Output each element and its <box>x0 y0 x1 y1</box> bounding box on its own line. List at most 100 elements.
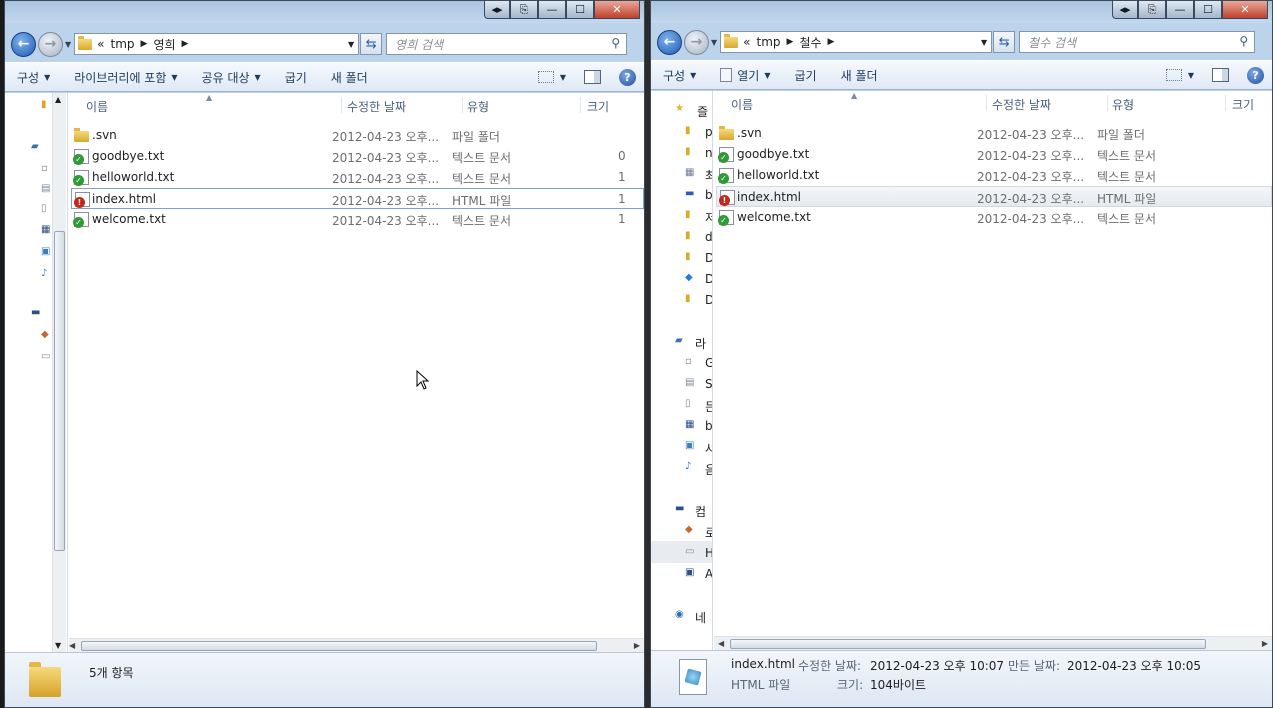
file-row[interactable]: ✓ goodbye.txt 2012-04-23 오후... 텍스트 문서 0 <box>71 146 644 167</box>
file-row[interactable]: .svn 2012-04-23 오후... 파일 폴더 <box>716 123 1272 144</box>
nav-item[interactable]: 최 <box>705 167 712 184</box>
file-row-selected[interactable]: ! index.html 2012-04-23 오후... HTML 파일 <box>716 186 1272 207</box>
chevron-right-icon[interactable]: ▶ <box>141 39 148 49</box>
column-type[interactable]: 유형 <box>1112 96 1134 113</box>
file-row[interactable]: ✓ goodbye.txt 2012-04-23 오후... 텍스트 문서 <box>716 144 1272 165</box>
chevron-right-icon[interactable]: ▶ <box>787 37 794 47</box>
nav-item-hover[interactable] <box>651 541 712 563</box>
horizontal-scroll-thumb[interactable] <box>81 641 597 651</box>
scroll-right-icon[interactable]: ▶ <box>634 639 640 652</box>
navigation-pane[interactable]: ▮ ▰ ▫ ▤ ▯ ▦ ▣ ♪ ▬ ◆ ▭ ▲ ▼ <box>5 93 68 652</box>
restore-icon[interactable]: ◂▸ <box>484 1 510 19</box>
address-bar[interactable]: « tmp ▶ 영희 ▶ ▼ <box>74 33 360 55</box>
column-name[interactable]: 이름 <box>731 96 753 113</box>
open-menu[interactable]: 열기 ▼ <box>708 61 782 89</box>
breadcrumb-overflow[interactable]: « <box>97 37 104 51</box>
chevron-right-icon[interactable]: ▶ <box>182 39 189 49</box>
search-input[interactable]: 철수 검색 ⚲ <box>1019 31 1256 53</box>
help-icon[interactable]: ? <box>619 68 636 86</box>
nav-item[interactable]: A <box>705 567 712 581</box>
search-icon[interactable]: ⚲ <box>611 36 620 50</box>
scroll-left-icon[interactable]: ◀ <box>718 637 724 650</box>
burn-button[interactable]: 굽기 <box>273 63 319 91</box>
nav-item[interactable]: 라 <box>695 335 706 352</box>
history-dropdown-icon[interactable]: ▼ <box>711 38 717 47</box>
column-size[interactable]: 크기 <box>1232 96 1254 113</box>
nav-item[interactable]: 사 <box>705 440 712 457</box>
breadcrumb-overflow[interactable]: « <box>743 35 750 49</box>
refresh-button[interactable]: ⇆ <box>993 31 1016 53</box>
file-row[interactable]: ✓ welcome.txt 2012-04-23 오후... 텍스트 문서 1 <box>71 209 644 230</box>
dock-icon[interactable]: ⎘ <box>1138 1 1166 19</box>
file-row[interactable]: ✓ welcome.txt 2012-04-23 오후... 텍스트 문서 <box>716 207 1272 228</box>
search-input[interactable]: 영희 검색 ⚲ <box>386 33 628 55</box>
address-dropdown-icon[interactable]: ▼ <box>348 40 354 49</box>
scroll-down-icon[interactable]: ▼ <box>55 641 61 650</box>
nav-item[interactable]: D <box>705 272 712 286</box>
nav-item[interactable]: p <box>705 125 712 139</box>
view-options-icon[interactable] <box>537 71 554 83</box>
preview-pane-icon[interactable] <box>584 70 601 84</box>
maximize-button[interactable]: ☐ <box>1194 1 1222 19</box>
column-type[interactable]: 유형 <box>467 98 489 115</box>
nav-item[interactable]: 컴 <box>695 503 706 520</box>
horizontal-scroll-thumb[interactable] <box>730 639 1206 649</box>
share-with-menu[interactable]: 공유 대상 ▼ <box>190 63 273 91</box>
nav-item[interactable]: 네 <box>695 609 706 626</box>
close-button[interactable]: ✕ <box>1222 1 1268 19</box>
file-row[interactable]: ✓ helloworld.txt 2012-04-23 오후... 텍스트 문서 <box>716 165 1272 186</box>
file-list[interactable]: ▲ 이름 수정한 날짜 유형 크기 .svn 2012-04-23 오후... … <box>714 91 1272 650</box>
navigation-pane[interactable]: ★ 즐 ▮ p ▮ n ▦ 최 ▬ b ▮ 저 ▮ d ▮ D ◆ D ▮ D … <box>651 91 713 650</box>
refresh-button[interactable]: ⇆ <box>360 33 383 55</box>
breadcrumb-current[interactable]: 영희 <box>153 36 175 53</box>
organize-menu[interactable]: 구성 ▼ <box>5 63 62 91</box>
horizontal-scrollbar[interactable]: ◀ ▶ <box>714 636 1272 650</box>
nav-item[interactable]: S <box>705 377 712 391</box>
file-row[interactable]: ✓ helloworld.txt 2012-04-23 오후... 텍스트 문서… <box>71 167 644 188</box>
nav-item[interactable]: D <box>705 293 712 307</box>
breadcrumb-tmp[interactable]: tmp <box>111 37 135 51</box>
address-bar[interactable]: « tmp ▶ 철수 ▶ ▼ <box>720 31 993 53</box>
nav-item[interactable]: b <box>705 419 712 433</box>
nav-item[interactable]: 음 <box>705 461 712 478</box>
close-button[interactable]: ✕ <box>594 1 640 19</box>
new-folder-button[interactable]: 새 폴더 <box>829 61 890 89</box>
organize-menu[interactable]: 구성 ▼ <box>651 61 708 89</box>
nav-item[interactable]: d <box>705 230 712 244</box>
column-date[interactable]: 수정한 날짜 <box>992 96 1051 113</box>
minimize-button[interactable]: — <box>1166 1 1194 19</box>
file-row[interactable]: .svn 2012-04-23 오후... 파일 폴더 <box>71 125 644 146</box>
nav-item[interactable]: 든 <box>705 398 712 415</box>
forward-button[interactable]: → <box>684 29 709 55</box>
preview-pane-icon[interactable] <box>1212 68 1229 82</box>
nav-scroll-thumb[interactable] <box>54 231 65 551</box>
include-in-library-menu[interactable]: 라이브러리에 포함 ▼ <box>62 63 189 91</box>
scroll-left-icon[interactable]: ◀ <box>69 639 75 652</box>
maximize-button[interactable]: ☐ <box>566 1 594 19</box>
help-icon[interactable]: ? <box>1247 66 1264 84</box>
breadcrumb-tmp[interactable]: tmp <box>757 35 781 49</box>
nav-item[interactable]: 로 <box>705 524 712 541</box>
file-list[interactable]: ▲ 이름 수정한 날짜 유형 크기 .svn 2012-04-23 오후... … <box>69 93 644 652</box>
nav-scrollbar[interactable]: ▲ ▼ <box>52 93 66 652</box>
chevron-right-icon[interactable]: ▶ <box>828 37 835 47</box>
nav-item[interactable]: H <box>705 546 712 560</box>
forward-button[interactable]: → <box>38 31 63 57</box>
title-bar[interactable]: ◂▸ ⎘ — ☐ ✕ <box>5 1 644 23</box>
scroll-up-icon[interactable]: ▲ <box>55 95 61 104</box>
nav-item[interactable]: D <box>705 251 712 265</box>
restore-icon[interactable]: ◂▸ <box>1112 1 1138 19</box>
back-button[interactable]: ← <box>657 29 682 55</box>
nav-item[interactable]: n <box>705 146 712 160</box>
scroll-right-icon[interactable]: ▶ <box>1262 637 1268 650</box>
nav-item[interactable]: G <box>705 356 712 370</box>
breadcrumb-current[interactable]: 철수 <box>799 34 821 51</box>
file-row-selected[interactable]: ! index.html 2012-04-23 오후... HTML 파일 1 <box>71 188 644 209</box>
column-name[interactable]: 이름 <box>86 98 108 115</box>
column-size[interactable]: 크기 <box>587 98 609 115</box>
horizontal-scrollbar[interactable]: ◀ ▶ <box>69 638 644 652</box>
title-bar[interactable]: ◂▸ ⎘ — ☐ ✕ <box>651 1 1272 23</box>
minimize-button[interactable]: — <box>538 1 566 19</box>
address-dropdown-icon[interactable]: ▼ <box>981 38 987 47</box>
view-dropdown-icon[interactable]: ▼ <box>1188 71 1194 80</box>
